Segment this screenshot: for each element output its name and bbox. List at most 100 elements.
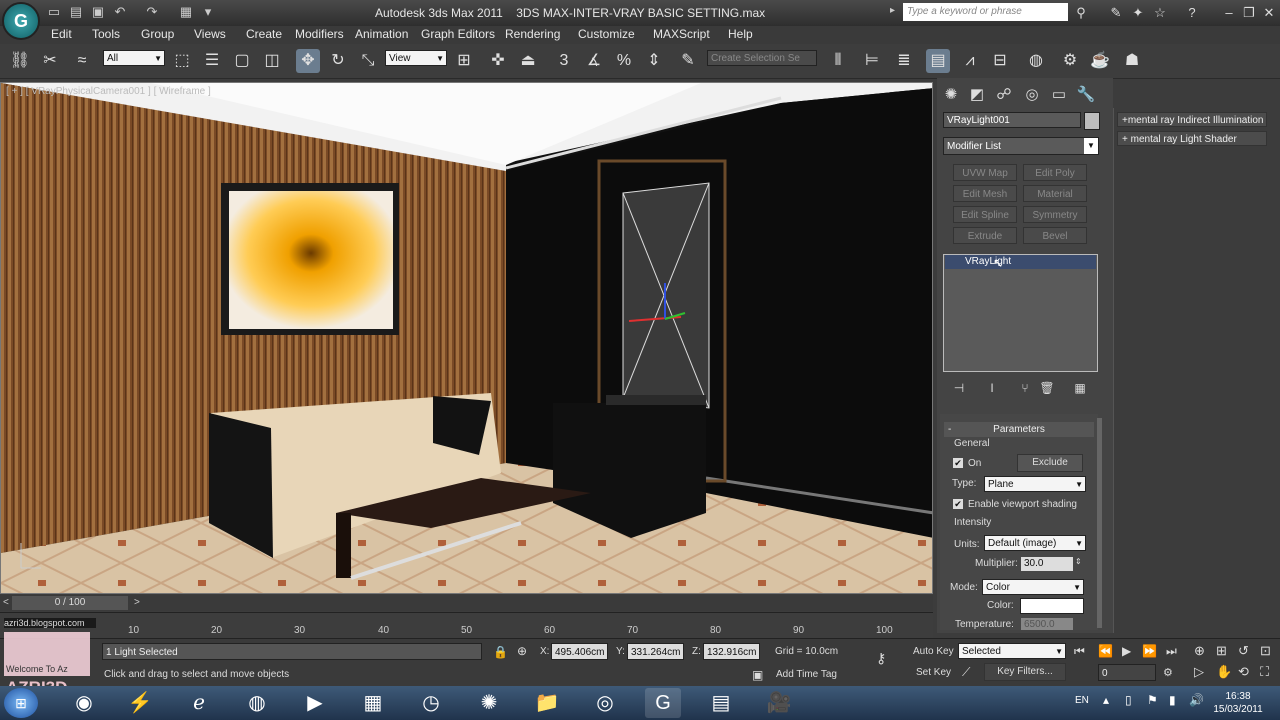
percent-snap-icon[interactable]: % — [612, 49, 636, 73]
prev-frame-icon[interactable]: < — [3, 597, 9, 608]
taskbar-winamp-icon[interactable]: ⚡ — [122, 688, 158, 718]
next-frame-button-icon[interactable]: ⏩ — [1142, 644, 1157, 658]
new-file-icon[interactable]: ▭ — [46, 4, 62, 20]
edit-poly-button[interactable]: Edit Poly — [1023, 164, 1087, 181]
viewport-label[interactable]: [ + ] [ VRayPhysicalCamera001 ] [ Wirefr… — [6, 86, 211, 97]
open-file-icon[interactable]: ▤ — [68, 4, 84, 20]
taskbar-burn-icon[interactable]: ✺ — [471, 688, 507, 718]
object-color-swatch[interactable] — [1084, 112, 1100, 130]
time-slider-thumb[interactable]: 0 / 100 — [12, 596, 128, 610]
utilities-tab-icon[interactable]: 🔧 — [1075, 84, 1097, 106]
menu-edit[interactable]: Edit — [51, 27, 72, 41]
app-logo-button[interactable]: G — [2, 2, 40, 40]
schematic-view-icon[interactable]: ⊟ — [988, 49, 1012, 73]
play-icon[interactable]: ▶ — [1122, 644, 1131, 658]
render-production-icon[interactable]: ☗ — [1120, 49, 1144, 73]
select-manipulate-icon[interactable]: ✜ — [486, 49, 510, 73]
x-coordinate-field[interactable]: 495.406cm — [551, 643, 608, 660]
keyboard-shortcut-icon[interactable]: ⏏ — [516, 49, 540, 73]
viewport-shading-checkbox[interactable]: ✔ — [953, 499, 963, 509]
help-icon[interactable]: ? — [1183, 4, 1201, 22]
render-setup-icon[interactable]: ⚙ — [1058, 49, 1082, 73]
absolute-mode-icon[interactable]: ⊕ — [517, 644, 527, 658]
select-object-icon[interactable]: ⬚ — [170, 49, 194, 73]
chevron-down-icon[interactable]: ▼ — [1084, 138, 1098, 154]
zoom-extents-icon[interactable]: ⊡ — [1260, 643, 1271, 659]
menu-create[interactable]: Create — [246, 27, 282, 41]
graphite-ribbon-icon[interactable]: ▤ — [926, 49, 950, 73]
taskbar-camtasia-icon[interactable]: 🎥 — [761, 688, 797, 718]
battery-icon[interactable]: ▯ — [1125, 693, 1132, 707]
tray-arrow-icon[interactable]: ▴ — [1103, 693, 1109, 707]
taskbar-chrome-icon[interactable]: ◎ — [587, 688, 623, 718]
window-crossing-icon[interactable]: ◫ — [260, 49, 284, 73]
next-frame-icon[interactable]: > — [134, 597, 140, 608]
select-and-move-icon[interactable]: ✥ — [296, 49, 320, 73]
lock-selection-icon[interactable]: 🔒 — [493, 645, 508, 659]
material-button[interactable]: Material — [1023, 185, 1087, 202]
unlink-icon[interactable]: ✂ — [38, 49, 62, 73]
mental-ray-indirect-illumination-rollout[interactable]: +mental ray Indirect Illumination — [1117, 112, 1267, 127]
zoom-all-icon[interactable]: ⊞ — [1216, 643, 1227, 659]
start-button[interactable]: ⊞ — [4, 688, 38, 718]
zoom-icon[interactable]: ⊕ — [1194, 643, 1205, 659]
extrude-button[interactable]: Extrude — [953, 227, 1017, 244]
menu-animation[interactable]: Animation — [355, 27, 408, 41]
material-editor-icon[interactable]: ◍ — [1024, 49, 1048, 73]
perspective-viewport[interactable] — [0, 82, 933, 594]
search-arrow-icon[interactable]: ▸ — [890, 5, 895, 16]
network-icon[interactable]: ▮ — [1169, 693, 1176, 707]
modifier-stack[interactable] — [943, 254, 1098, 372]
on-checkbox[interactable]: ✔ — [953, 458, 963, 468]
arc-rotate-icon[interactable]: ⟲ — [1238, 664, 1249, 680]
hierarchy-tab-icon[interactable]: ☍ — [993, 84, 1015, 106]
mental-ray-light-shader-rollout[interactable]: + mental ray Light Shader — [1117, 131, 1267, 146]
menu-graph-editors[interactable]: Graph Editors — [421, 27, 495, 41]
modify-tab-icon[interactable]: ◩ — [966, 84, 988, 106]
time-configuration-icon[interactable]: ⚙ — [1163, 666, 1173, 679]
rendered-frame-window-icon[interactable]: ☕ — [1088, 49, 1112, 73]
taskbar-app-icon[interactable]: ◉ — [66, 688, 102, 718]
edit-named-selection-icon[interactable]: ✎ — [676, 49, 700, 73]
taskbar-clock-icon[interactable]: ◷ — [413, 688, 449, 718]
go-to-start-icon[interactable]: ⏮ — [1074, 644, 1085, 659]
show-end-result-icon[interactable]: I — [983, 380, 1001, 396]
pin-stack-icon[interactable]: ⊣ — [950, 380, 968, 396]
taskbar-firefox-icon[interactable]: ◍ — [239, 688, 275, 718]
communication-icon[interactable]: ✦ — [1129, 4, 1147, 22]
key-tangent-icon[interactable]: ⟋ — [962, 665, 970, 680]
taskbar-ie-icon[interactable]: ℯ — [181, 688, 217, 718]
key-icon[interactable]: ⚷ — [876, 650, 886, 667]
parameters-rollout-header[interactable]: - Parameters — [944, 422, 1094, 437]
key-filters-button[interactable]: Key Filters... — [984, 663, 1066, 681]
add-time-tag-button[interactable]: Add Time Tag — [776, 669, 837, 680]
menu-group[interactable]: Group — [141, 27, 174, 41]
taskbar-notes-icon[interactable]: ▤ — [703, 688, 739, 718]
align-icon[interactable]: ⊨ — [860, 49, 884, 73]
language-indicator[interactable]: EN — [1075, 695, 1089, 706]
snaps-toggle-icon[interactable]: 3 — [552, 49, 576, 73]
undo-icon[interactable]: ↶ — [112, 4, 128, 20]
remove-modifier-icon[interactable]: 🗑 — [1038, 380, 1056, 396]
stack-item-vraylight[interactable]: VRayLight — [945, 255, 1096, 269]
multiplier-spinner[interactable]: 30.0 — [1021, 557, 1073, 571]
panel-scrollbar[interactable] — [1097, 418, 1102, 628]
display-tab-icon[interactable]: ▭ — [1048, 84, 1070, 106]
quick-access-dropdown-icon[interactable]: ▾ — [200, 4, 216, 20]
taskbar-folder-icon[interactable]: 📁 — [529, 688, 565, 718]
angle-snap-icon[interactable]: ∡ — [582, 49, 606, 73]
hold-icon[interactable]: ▦ — [178, 4, 194, 20]
time-tag-icon[interactable]: ▣ — [752, 668, 763, 682]
flag-icon[interactable]: ⚑ — [1147, 693, 1158, 707]
set-key-button[interactable]: Set Key — [916, 667, 951, 678]
minimize-icon[interactable]: – — [1220, 4, 1238, 22]
taskbar-3dsmax-icon[interactable]: G — [645, 688, 681, 718]
motion-tab-icon[interactable]: ◎ — [1021, 84, 1043, 106]
menu-rendering[interactable]: Rendering — [505, 27, 560, 41]
auto-key-button[interactable]: Auto Key — [913, 646, 954, 657]
select-and-scale-icon[interactable]: ⤡ — [356, 49, 380, 73]
pivot-center-icon[interactable]: ⊞ — [452, 49, 476, 73]
type-dropdown[interactable]: Plane — [984, 476, 1086, 493]
select-by-name-icon[interactable]: ☰ — [200, 49, 224, 73]
named-selection-set-input[interactable]: Create Selection Se — [707, 50, 817, 66]
